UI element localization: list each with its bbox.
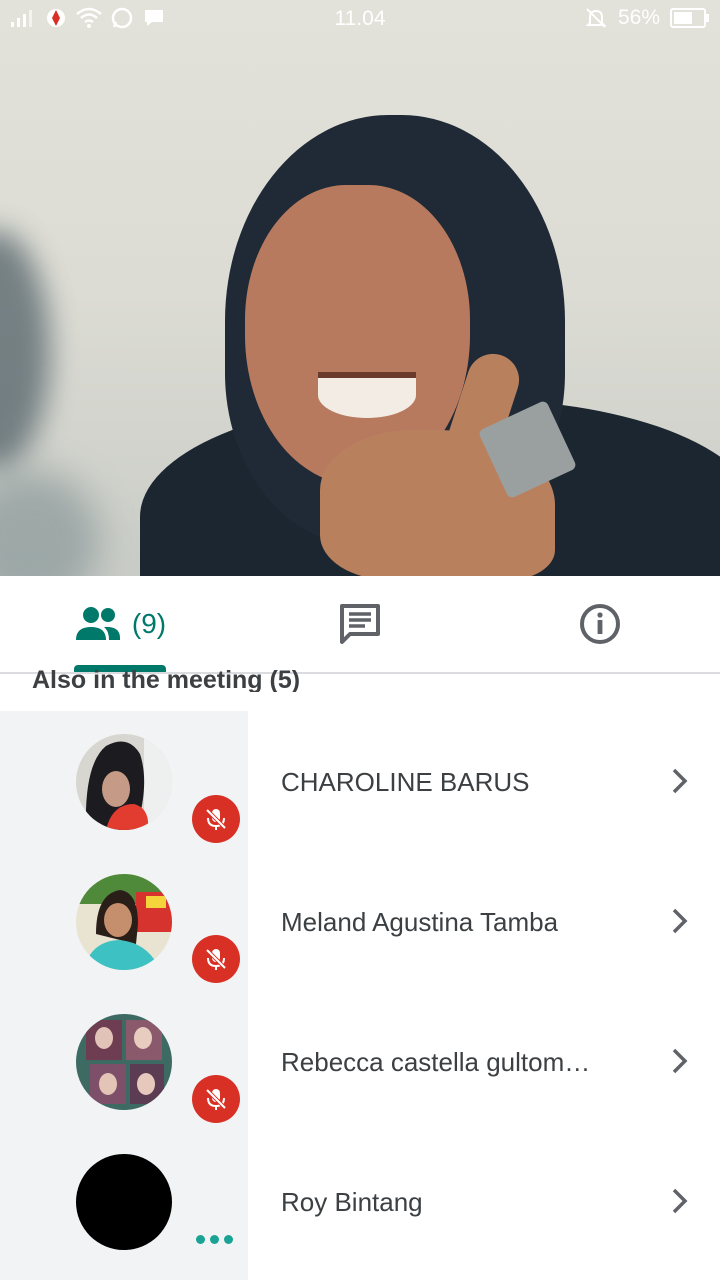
mic-off-icon bbox=[205, 1088, 227, 1110]
tab-chat[interactable] bbox=[240, 576, 480, 672]
tab-people[interactable]: (9) bbox=[0, 576, 240, 672]
mic-off-icon bbox=[205, 948, 227, 970]
video-person-smile bbox=[318, 372, 416, 418]
muted-mic-badge bbox=[192, 1075, 240, 1123]
chevron-right-icon[interactable] bbox=[668, 1047, 692, 1075]
participant-video[interactable] bbox=[0, 0, 720, 576]
participant-name: Rebecca castella gultom… bbox=[281, 1047, 591, 1077]
speaking-indicator bbox=[196, 1235, 233, 1244]
people-icon bbox=[75, 607, 120, 640]
status-right-icons: 56% bbox=[584, 6, 709, 30]
battery-icon bbox=[670, 8, 709, 28]
mic-off-icon bbox=[205, 808, 227, 830]
people-count: (9) bbox=[131, 608, 167, 639]
muted-mic-badge bbox=[192, 935, 240, 983]
battery-percent: 56% bbox=[617, 6, 660, 29]
chevron-right-icon[interactable] bbox=[668, 907, 692, 935]
chevron-right-icon[interactable] bbox=[668, 767, 692, 795]
participant-name: CHAROLINE BARUS bbox=[281, 767, 530, 797]
participant-row[interactable]: Rebecca castella gultom… bbox=[0, 991, 720, 1131]
chat-icon bbox=[340, 604, 380, 644]
participant-row[interactable]: Roy Bintang bbox=[0, 1131, 720, 1271]
info-icon bbox=[580, 604, 620, 644]
status-bar: 11.04 56% bbox=[0, 0, 720, 36]
avatar bbox=[76, 734, 172, 830]
section-title: Also in the meeting (5) bbox=[32, 666, 301, 692]
chevron-right-icon[interactable] bbox=[668, 1187, 692, 1215]
participant-name: Roy Bintang bbox=[281, 1187, 423, 1217]
mute-bell-icon bbox=[585, 8, 607, 28]
participant-row[interactable]: Meland Agustina Tamba bbox=[0, 851, 720, 991]
muted-mic-badge bbox=[192, 795, 240, 843]
avatar bbox=[76, 1014, 172, 1110]
participant-name: Meland Agustina Tamba bbox=[281, 907, 559, 937]
avatar bbox=[76, 1154, 172, 1250]
tab-bar: (9) bbox=[0, 576, 720, 674]
tab-info[interactable] bbox=[480, 576, 720, 672]
participant-row[interactable]: CHAROLINE BARUS bbox=[0, 711, 720, 851]
avatar bbox=[76, 874, 172, 970]
